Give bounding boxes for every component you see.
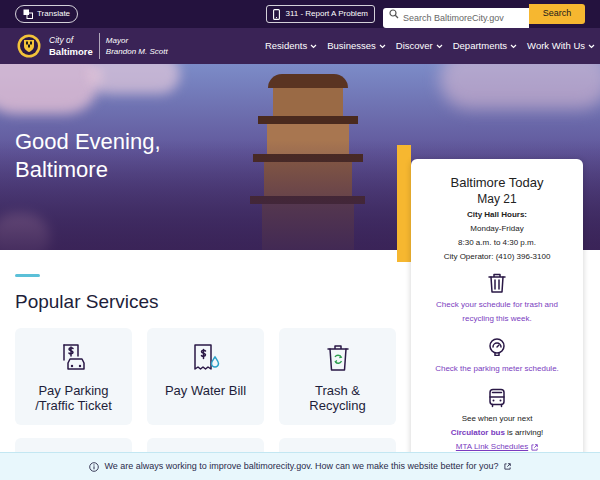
water-bill-icon [191,343,221,373]
nav-item[interactable]: Discover [396,39,443,53]
chevron-down-icon [588,44,595,49]
nav-item[interactable]: Businesses [327,39,386,53]
hours-label: City Hall Hours: [467,208,527,222]
nav-item-label[interactable]: Work With Us [527,39,585,53]
bus-icon [487,388,507,408]
service-card-label[interactable]: Pay Parking /Traffic Ticket [35,383,112,413]
nav-item-label[interactable]: Departments [453,39,507,53]
report-problem-button[interactable]: 311 - Report A Problem [266,5,375,23]
report-problem-label[interactable]: 311 - Report A Problem [285,8,368,20]
nav-item[interactable]: Work With Us [527,39,595,53]
parking-ticket-icon [59,343,89,373]
search-form: Search [383,4,585,24]
feedback-text[interactable]: We are always working to improve baltimo… [104,460,498,474]
info-icon [89,462,99,472]
brand[interactable]: City of Baltimore Mayor Brandon M. Scott [17,33,168,59]
service-card[interactable]: Pay Water Bill [147,328,264,425]
brand-divider [99,33,100,59]
search-button-label[interactable]: Search [543,7,572,21]
brand-city-of[interactable]: City of [49,35,93,46]
today-date: May 21 [477,191,516,207]
external-link-icon [531,444,538,451]
search-input[interactable] [383,8,529,28]
translate-icon [23,9,33,19]
nav-menu: Residents Businesses Discover Department… [265,39,595,53]
service-card-label[interactable]: Pay Water Bill [165,383,246,398]
accent-stripe [397,145,411,262]
services-section: Popular Services Pay Parking /Traffic Ti… [0,250,398,480]
chevron-down-icon [510,44,517,49]
chevron-down-icon [310,44,317,49]
nav-item[interactable]: Departments [453,39,517,53]
today-panel: Baltimore Today May 21 City Hall Hours: … [411,159,583,480]
hours-time: 8:30 a.m. to 4:30 p.m. [458,236,536,250]
circulator-link[interactable]: Circulator bus [451,428,505,437]
services-heading: Popular Services [15,291,159,312]
bus-line: Circulator busis arriving! [451,426,544,440]
mayor-full-name: Brandon M. Scott [106,46,168,57]
hours-days: Monday-Friday [470,222,523,236]
search-button[interactable]: Search [529,4,585,24]
nav-item-label[interactable]: Businesses [327,39,376,53]
service-card[interactable]: Trash & Recycling [279,328,396,425]
top-bar: Translate 311 - Report A Problem Search [0,0,600,28]
search-icon [389,9,399,19]
feedback-banner[interactable]: We are always working to improve baltimo… [0,452,600,480]
bus-outro: is arriving! [507,428,543,437]
search-field [383,4,529,24]
city-operator: City Operator: (410) 396-3100 [444,250,551,264]
city-seal-icon[interactable] [17,34,41,58]
chevron-down-icon [436,44,443,49]
parking-meter-link[interactable]: Check the parking meter schedule. [435,362,559,376]
translate-label[interactable]: Translate [37,8,70,20]
nav-item-label[interactable]: Residents [265,39,307,53]
trash-schedule-link[interactable]: Check your schedule for trash and recycl… [421,298,573,326]
mayor-title: Mayor [106,35,168,46]
translate-button[interactable]: Translate [15,5,78,23]
recycling-bin-icon [323,343,353,373]
service-card[interactable]: Pay Parking /Traffic Ticket [15,328,132,425]
today-title: Baltimore Today [451,175,544,191]
phone-icon [273,9,280,20]
nav-item-label[interactable]: Discover [396,39,433,53]
trash-can-icon [486,272,508,294]
content: Popular Services Pay Parking /Traffic Ti… [0,250,600,480]
chevron-down-icon [379,44,386,49]
greeting-text: Good Evening, [15,128,600,156]
heading-accent [15,274,40,277]
external-link-icon [504,463,511,470]
brand-name[interactable]: City of Baltimore [49,35,93,57]
service-card-label[interactable]: Trash & Recycling [309,383,365,413]
bus-intro: See when your next [462,412,533,426]
brand-city[interactable]: Baltimore [49,46,93,57]
parking-meter-icon [488,338,506,356]
top-actions: 311 - Report A Problem Search [266,4,585,24]
main-nav: City of Baltimore Mayor Brandon M. Scott… [0,28,600,64]
nav-item[interactable]: Residents [265,39,317,53]
mayor-name: Mayor Brandon M. Scott [106,35,168,57]
